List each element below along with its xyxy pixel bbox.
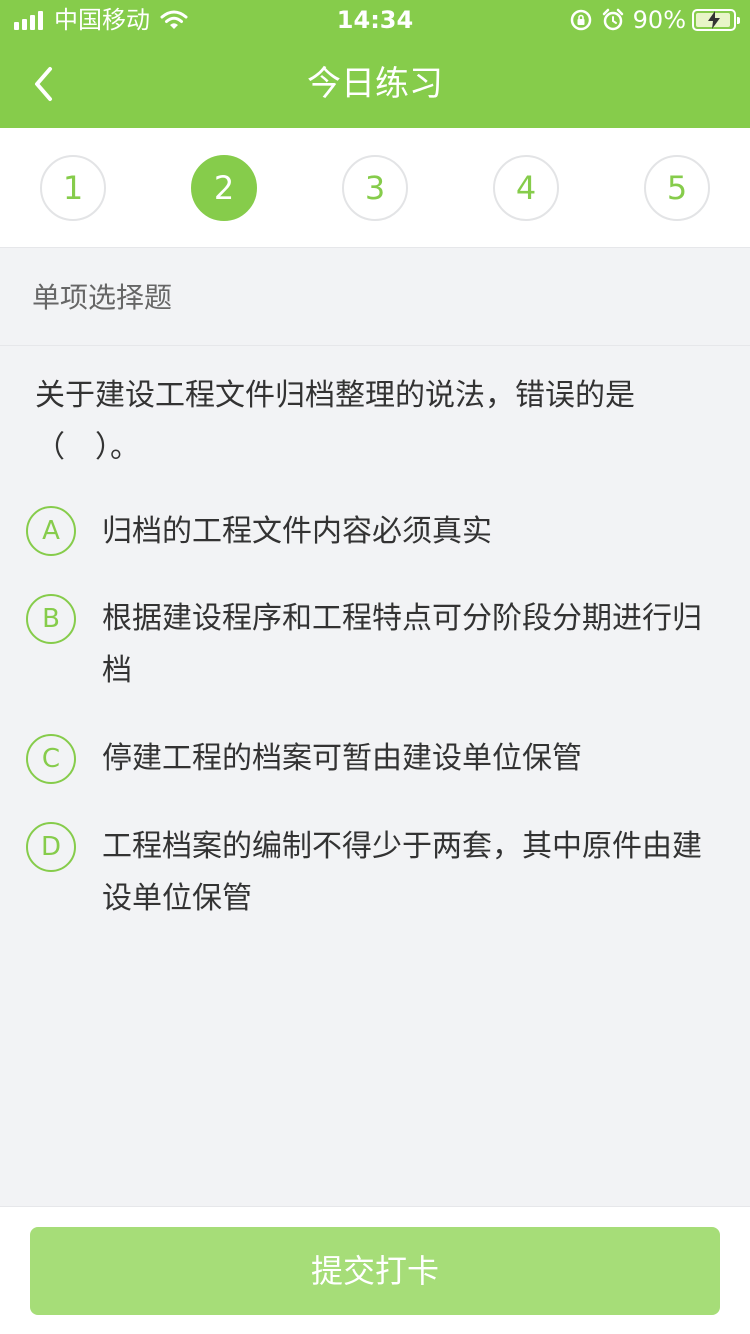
question-tab-2[interactable]: 2 xyxy=(191,155,257,221)
battery-charging-icon xyxy=(692,9,740,31)
option-letter-badge: D xyxy=(26,822,76,872)
question-number-tabs: 1 2 3 4 5 xyxy=(0,128,750,248)
page-title: 今日练习 xyxy=(307,64,443,104)
question-tab-3[interactable]: 3 xyxy=(342,155,408,221)
bottom-bar: 提交打卡 xyxy=(0,1206,750,1334)
nav-bar: 今日练习 xyxy=(0,40,750,128)
option-c[interactable]: C 停建工程的档案可暂由建设单位保管 xyxy=(0,733,750,785)
question-tab-4[interactable]: 4 xyxy=(493,155,559,221)
option-text: 停建工程的档案可暂由建设单位保管 xyxy=(102,741,582,776)
option-text: 归档的工程文件内容必须真实 xyxy=(102,514,492,549)
section-header: 单项选择题 xyxy=(0,248,750,346)
question-tab-1[interactable]: 1 xyxy=(40,155,106,221)
submit-checkin-button[interactable]: 提交打卡 xyxy=(30,1227,720,1315)
option-b[interactable]: B 根据建设程序和工程特点可分阶段分期进行归档 xyxy=(0,593,750,697)
option-d[interactable]: D 工程档案的编制不得少于两套，其中原件由建设单位保管 xyxy=(0,821,750,925)
question-type-label: 单项选择题 xyxy=(32,281,173,314)
question-tab-5[interactable]: 5 xyxy=(644,155,710,221)
rotation-lock-icon xyxy=(570,9,591,31)
alarm-icon xyxy=(602,8,623,31)
battery-percent: 90% xyxy=(632,6,686,34)
status-bar: 中国移动 14:34 90% xyxy=(0,0,750,40)
option-letter-badge: C xyxy=(26,734,76,784)
header-area: 中国移动 14:34 90% 今日练习 xyxy=(0,0,750,128)
option-letter-badge: A xyxy=(26,506,76,556)
option-a[interactable]: A 归档的工程文件内容必须真实 xyxy=(0,506,750,558)
question-stem: 关于建设工程文件归档整理的说法，错误的是（ ）。 xyxy=(35,378,635,465)
option-text: 工程档案的编制不得少于两套，其中原件由建设单位保管 xyxy=(102,829,702,916)
option-letter-badge: B xyxy=(26,594,76,644)
option-text: 根据建设程序和工程特点可分阶段分期进行归档 xyxy=(102,601,702,688)
